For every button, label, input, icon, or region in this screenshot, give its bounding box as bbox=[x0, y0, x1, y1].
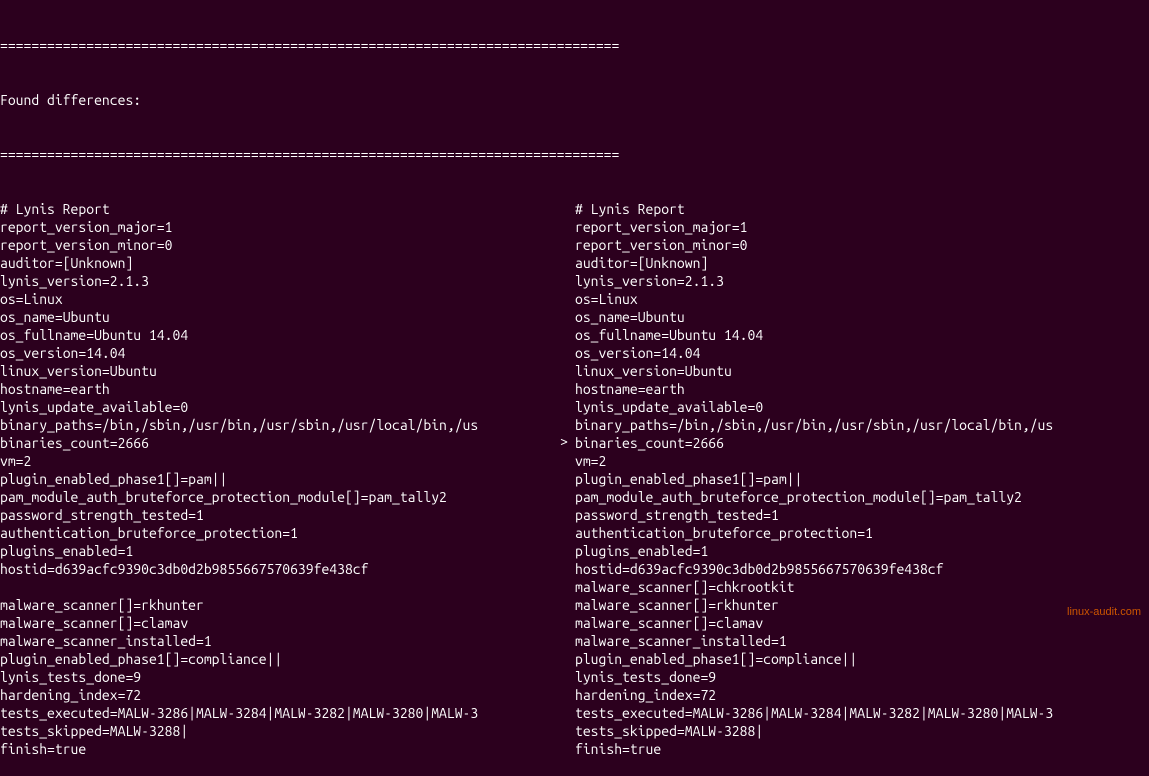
left-line-5: os=Linux bbox=[0, 290, 575, 308]
right-line-17: password_strength_tested=1 bbox=[575, 506, 1053, 524]
right-line-3: auditor=[Unknown] bbox=[575, 254, 1053, 272]
right-line-7: os_fullname=Ubuntu 14.04 bbox=[575, 326, 1053, 344]
left-line-30: finish=true bbox=[0, 740, 575, 758]
left-line-0: # Lynis Report bbox=[0, 200, 575, 218]
left-line-24: malware_scanner_installed=1 bbox=[0, 632, 575, 650]
right-line-30: finish=true bbox=[575, 740, 1053, 758]
right-line-20: hostid=d639acfc9390c3db0d2b9855667570639… bbox=[575, 560, 1053, 578]
left-line-14: vm=2 bbox=[0, 452, 575, 470]
right-line-11: lynis_update_available=0 bbox=[575, 398, 1053, 416]
watermark-text: linux-audit.com bbox=[1067, 605, 1141, 619]
separator-line-bottom: ========================================… bbox=[0, 145, 1149, 163]
right-line-21: malware_scanner[]=chkrootkit bbox=[575, 578, 1053, 596]
right-line-6: os_name=Ubuntu bbox=[575, 308, 1053, 326]
right-line-24: malware_scanner_installed=1 bbox=[575, 632, 1053, 650]
left-line-27: hardening_index=72 bbox=[0, 686, 575, 704]
left-line-18: authentication_bruteforce_protection=1 bbox=[0, 524, 575, 542]
right-line-16: pam_module_auth_bruteforce_protection_mo… bbox=[575, 488, 1053, 506]
right-line-1: report_version_major=1 bbox=[575, 218, 1053, 236]
right-line-18: authentication_bruteforce_protection=1 bbox=[575, 524, 1053, 542]
right-line-14: vm=2 bbox=[575, 452, 1053, 470]
left-line-22: malware_scanner[]=rkhunter bbox=[0, 596, 575, 614]
terminal-output: ========================================… bbox=[0, 0, 1149, 776]
left-line-13: binaries_count=2666 bbox=[0, 434, 575, 452]
right-line-0: # Lynis Report bbox=[575, 200, 1053, 218]
left-line-16: pam_module_auth_bruteforce_protection_mo… bbox=[0, 488, 575, 506]
left-line-2: report_version_minor=0 bbox=[0, 236, 575, 254]
left-line-7: os_fullname=Ubuntu 14.04 bbox=[0, 326, 575, 344]
right-line-29: tests_skipped=MALW-3288| bbox=[575, 722, 1053, 740]
right-line-26: lynis_tests_done=9 bbox=[575, 668, 1053, 686]
right-line-22: malware_scanner[]=rkhunter bbox=[575, 596, 1053, 614]
left-line-3: auditor=[Unknown] bbox=[0, 254, 575, 272]
diff-columns: # Lynis Reportreport_version_major=1repo… bbox=[0, 200, 1149, 758]
right-line-25: plugin_enabled_phase1[]=compliance|| bbox=[575, 650, 1053, 668]
separator-line-top: ========================================… bbox=[0, 36, 1149, 54]
left-line-19: plugins_enabled=1 bbox=[0, 542, 575, 560]
left-line-26: lynis_tests_done=9 bbox=[0, 668, 575, 686]
right-line-28: tests_executed=MALW-3286|MALW-3284|MALW-… bbox=[575, 704, 1053, 722]
right-line-19: plugins_enabled=1 bbox=[575, 542, 1053, 560]
left-line-15: plugin_enabled_phase1[]=pam|| bbox=[0, 470, 575, 488]
left-line-21 bbox=[0, 578, 575, 596]
right-line-9: linux_version=Ubuntu bbox=[575, 362, 1053, 380]
left-line-8: os_version=14.04 bbox=[0, 344, 575, 362]
right-line-27: hardening_index=72 bbox=[575, 686, 1053, 704]
right-line-4: lynis_version=2.1.3 bbox=[575, 272, 1053, 290]
left-line-28: tests_executed=MALW-3286|MALW-3284|MALW-… bbox=[0, 704, 575, 722]
diff-marker-icon: > bbox=[560, 432, 568, 450]
right-line-13: binaries_count=2666 bbox=[575, 434, 1053, 452]
right-line-2: report_version_minor=0 bbox=[575, 236, 1053, 254]
right-line-10: hostname=earth bbox=[575, 380, 1053, 398]
left-line-20: hostid=d639acfc9390c3db0d2b9855667570639… bbox=[0, 560, 575, 578]
left-column: # Lynis Reportreport_version_major=1repo… bbox=[0, 200, 575, 758]
header-text: Found differences: bbox=[0, 91, 1149, 109]
right-line-8: os_version=14.04 bbox=[575, 344, 1053, 362]
right-line-12: binary_paths=/bin,/sbin,/usr/bin,/usr/sb… bbox=[575, 416, 1053, 434]
left-line-6: os_name=Ubuntu bbox=[0, 308, 575, 326]
right-line-5: os=Linux bbox=[575, 290, 1053, 308]
left-line-4: lynis_version=2.1.3 bbox=[0, 272, 575, 290]
left-line-1: report_version_major=1 bbox=[0, 218, 575, 236]
left-line-11: lynis_update_available=0 bbox=[0, 398, 575, 416]
right-line-15: plugin_enabled_phase1[]=pam|| bbox=[575, 470, 1053, 488]
left-line-17: password_strength_tested=1 bbox=[0, 506, 575, 524]
left-line-12: binary_paths=/bin,/sbin,/usr/bin,/usr/sb… bbox=[0, 416, 575, 434]
right-column: # Lynis Reportreport_version_major=1repo… bbox=[575, 200, 1053, 758]
left-line-9: linux_version=Ubuntu bbox=[0, 362, 575, 380]
left-line-10: hostname=earth bbox=[0, 380, 575, 398]
left-line-25: plugin_enabled_phase1[]=compliance|| bbox=[0, 650, 575, 668]
left-line-29: tests_skipped=MALW-3288| bbox=[0, 722, 575, 740]
